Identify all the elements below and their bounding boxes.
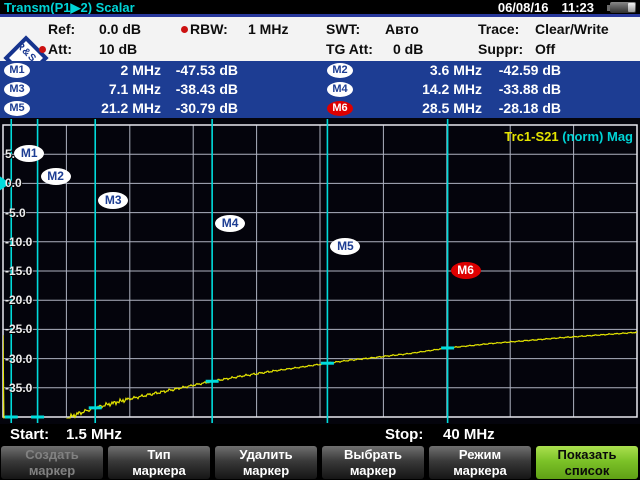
y-axis-tick-label: -30.0 — [5, 352, 33, 366]
date-label: 06/08/16 — [497, 0, 549, 15]
att-coupled-dot-icon — [39, 46, 46, 53]
start-freq-value[interactable]: 1.5 MHz — [66, 424, 122, 445]
tg-att-value[interactable]: 0 dB — [393, 41, 423, 57]
y-axis-tick-label: -20.0 — [5, 293, 33, 307]
swt-label: SWT: — [326, 21, 361, 37]
marker-table: M1 2 MHz -47.53 dB M2 3.6 MHz -42.59 dB … — [0, 61, 640, 118]
rbw-coupled-dot-icon — [181, 26, 188, 33]
softkey-new-marker[interactable]: Создать маркер — [1, 446, 103, 479]
marker-freq-m4: 14.2 MHz — [422, 81, 482, 97]
marker-trace-tick-m2 — [31, 415, 45, 419]
suppr-value[interactable]: Off — [535, 41, 555, 57]
att-value[interactable]: 10 dB — [99, 41, 137, 57]
chart-marker-label-m1[interactable]: M1 — [14, 145, 45, 162]
chart-marker-label-m2[interactable]: M2 — [40, 168, 71, 186]
trace-format-label: (norm) Mag — [558, 129, 633, 144]
marker-trace-tick-m1 — [4, 415, 18, 419]
trace-value[interactable]: Clear/Write — [535, 21, 609, 37]
suppr-label: Suppr: — [478, 41, 524, 57]
stop-freq-value[interactable]: 40 MHz — [443, 424, 495, 445]
softkey-marker-mode[interactable]: Режим маркера — [429, 446, 531, 479]
instrument-screen: Transm(P1▶2) Scalar 06/08/16 11:23 R&S R… — [0, 0, 640, 480]
y-axis-tick-label: -35.0 — [5, 381, 33, 395]
marker-trace-tick-m6 — [441, 346, 455, 350]
chart-marker-label-m6[interactable]: M6 — [450, 261, 481, 279]
settings-panel: R&S Ref: 0.0 dB RBW: 1 MHz SWT: Авто Tra… — [0, 17, 640, 81]
marker-table-row: M1 2 MHz -47.53 dB M2 3.6 MHz -42.59 dB — [0, 61, 640, 80]
start-freq-label: Start: — [10, 426, 50, 443]
marker-badge-m1: M1 — [4, 63, 30, 78]
marker-badge-m3: M3 — [4, 82, 30, 97]
marker-level-m1: -47.53 dB — [175, 62, 238, 78]
marker-freq-m1: 2 MHz — [120, 62, 161, 78]
tg-att-label: TG Att: — [326, 41, 373, 57]
rbw-label: RBW: — [190, 21, 228, 37]
att-label: Att: — [48, 41, 73, 57]
marker-trace-tick-m5 — [320, 361, 334, 365]
trace-label: Trace: — [478, 21, 520, 37]
marker-level-m3: -38.43 dB — [175, 81, 238, 97]
trace-display: 5.0 0.0 -5.0 -10.0 -15.0 -20.0 -25.0 -30… — [0, 114, 640, 424]
measurement-mode-title: Transm(P1▶2) Scalar — [4, 0, 135, 15]
battery-icon — [607, 2, 636, 13]
chart-marker-label-m3[interactable]: M3 — [98, 191, 129, 209]
y-axis-tick-label: -10.0 — [5, 235, 33, 249]
marker-table-row: M3 7.1 MHz -38.43 dB M4 14.2 MHz -33.88 … — [0, 80, 640, 99]
marker-level-m4: -33.88 dB — [498, 81, 561, 97]
stop-freq-label: Stop: — [385, 426, 424, 443]
marker-badge-m2: M2 — [327, 63, 353, 78]
battery-charge-level — [628, 3, 635, 12]
trace-legend: Trc1-S21 (norm) Mag — [504, 129, 633, 144]
softkey-bar: Создать маркер Тип маркера Удалить маркер В… — [0, 445, 640, 480]
softkey-marker-type[interactable]: Тип маркера — [108, 446, 210, 479]
marker-level-m2: -42.59 dB — [498, 62, 561, 78]
titlebar-status: 06/08/16 11:23 — [498, 0, 636, 15]
softkey-show-list[interactable]: Показать список — [536, 446, 638, 479]
marker-freq-m2: 3.6 MHz — [429, 62, 482, 78]
swt-value[interactable]: Авто — [385, 21, 419, 37]
trace-plot — [0, 118, 640, 424]
chart-marker-label-m4[interactable]: M4 — [215, 214, 246, 232]
rbw-value[interactable]: 1 MHz — [248, 21, 288, 37]
marker-trace-tick-m3 — [88, 406, 102, 410]
y-axis-tick-label: -25.0 — [5, 322, 33, 336]
battery-body — [610, 2, 636, 13]
ref-value[interactable]: 0.0 dB — [99, 21, 141, 37]
marker-freq-m3: 7.1 MHz — [108, 81, 161, 97]
softkey-select-marker[interactable]: Выбрать маркер — [322, 446, 424, 479]
time-label: 11:23 — [561, 0, 594, 15]
frequency-axis-bar: Start: 1.5 MHz Stop: 40 MHz — [0, 424, 640, 445]
marker-badge-m4: M4 — [327, 82, 353, 97]
y-axis-tick-label: -15.0 — [5, 264, 33, 278]
ref-label: Ref: — [48, 21, 76, 37]
marker-trace-tick-m4 — [205, 379, 219, 383]
y-axis-tick-label: -5.0 — [5, 206, 26, 220]
trace-name-label: Trc1-S21 — [504, 129, 559, 144]
titlebar: Transm(P1▶2) Scalar 06/08/16 11:23 — [0, 0, 640, 15]
softkey-delete-marker[interactable]: Удалить маркер — [215, 446, 317, 479]
